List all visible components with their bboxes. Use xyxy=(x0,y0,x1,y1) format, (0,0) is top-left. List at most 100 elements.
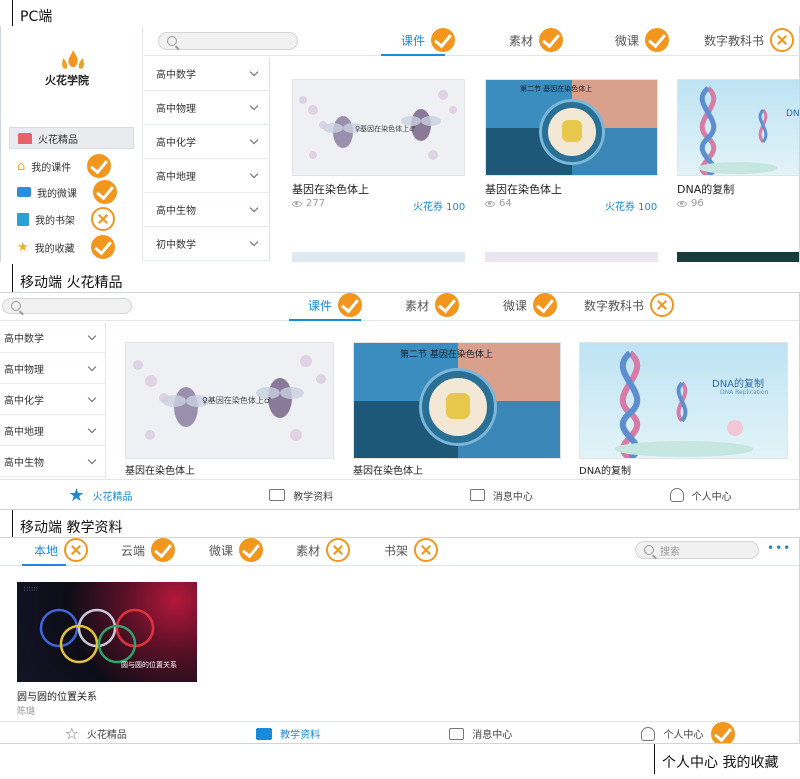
category-item[interactable]: 高中物理 xyxy=(144,91,269,125)
section-title-mobile-teaching: 移动端 教学资料 xyxy=(12,509,122,539)
tab-label: 本地 xyxy=(34,543,59,558)
side-item-my-courseware[interactable]: ⌂ 我的课件 xyxy=(17,154,112,178)
view-count-value: 96 xyxy=(691,198,704,209)
card-thumbnail-next-row xyxy=(485,252,658,262)
nav-featured[interactable]: ☆ 火花精品 xyxy=(65,724,127,743)
card-thumbnail-dna[interactable]: DNA的复制 DNA Replication xyxy=(579,342,788,459)
section-title-mobile-featured: 移动端 火花精品 xyxy=(12,264,122,294)
card-thumbnail-chromosome[interactable]: 第二节 基因在染色体上 xyxy=(353,342,561,459)
nav-label: 火花精品 xyxy=(92,491,133,503)
check-mark xyxy=(431,28,456,52)
pc-tab-digital-textbook[interactable]: 数字教科书 xyxy=(704,28,795,52)
check-mark xyxy=(239,538,264,562)
mobile-teaching-frame: 本地 云端 微课 素材 书架 搜索 ••• ∷∷∷ 圆与圆的位置关系 圆与圆的位… xyxy=(0,537,800,744)
file-title[interactable]: 圆与圆的位置关系 xyxy=(17,688,97,703)
nav-personal-center[interactable]: 个人中心 xyxy=(641,721,736,743)
category-item[interactable]: 高中地理 xyxy=(0,415,105,446)
mt-tab-material[interactable]: 素材 xyxy=(296,538,351,562)
mt-tab-bookshelf[interactable]: 书架 xyxy=(384,538,439,562)
card-title[interactable]: DNA的复制 xyxy=(579,462,631,477)
nav-messages[interactable]: 消息中心 xyxy=(469,488,533,503)
folder-icon xyxy=(269,489,286,501)
mt-search-input[interactable]: 搜索 xyxy=(635,541,759,559)
chevron-down-icon xyxy=(249,101,259,111)
star-outline-icon: ☆ xyxy=(64,724,79,743)
nav-label: 火花精品 xyxy=(86,730,127,741)
pc-tab-courseware[interactable]: 课件 xyxy=(401,28,456,52)
file-thumbnail[interactable]: ∷∷∷ 圆与圆的位置关系 xyxy=(17,582,197,682)
tab-label: 素材 xyxy=(509,33,534,48)
category-label: 高中化学 xyxy=(156,138,196,149)
chevron-down-icon xyxy=(87,362,97,371)
card-thumbnail-chromosome[interactable]: 第二节 基因在染色体上 xyxy=(485,79,658,176)
mf-tab-material[interactable]: 素材 xyxy=(405,293,460,317)
tab-label: 微课 xyxy=(209,543,234,558)
category-item[interactable]: 高中物理 xyxy=(0,353,105,384)
category-item[interactable]: 初中数学 xyxy=(144,227,269,261)
home-icon: ⌂ xyxy=(17,158,26,174)
mt-tab-microcourse[interactable]: 微课 xyxy=(209,538,264,562)
category-item[interactable]: 高中生物 xyxy=(0,446,105,477)
thumbnail-caption: DNA的复制 xyxy=(712,379,765,390)
nav-teaching-materials[interactable]: 教学资料 xyxy=(269,488,333,503)
side-item-label: 火花精品 xyxy=(38,134,78,146)
more-icon[interactable]: ••• xyxy=(767,541,791,555)
search-placeholder: 搜索 xyxy=(660,546,680,558)
mt-tab-underline xyxy=(22,564,66,566)
pc-tab-material[interactable]: 素材 xyxy=(509,28,564,52)
store-icon xyxy=(18,132,32,144)
side-item-featured[interactable]: 火花精品 xyxy=(9,127,134,149)
message-icon xyxy=(449,727,465,740)
category-item[interactable]: 高中化学 xyxy=(144,125,269,159)
star-icon: ★ xyxy=(68,484,85,506)
mf-tab-underline xyxy=(289,319,361,321)
section-title-personal: 个人中心 我的收藏 xyxy=(654,744,778,774)
card-thumbnail-genes[interactable]: ♀基因在染色体上♂ xyxy=(125,342,334,459)
card-thumbnail-genes[interactable]: ♀基因在染色体上♂ xyxy=(292,79,465,176)
nav-label: 个人中心 xyxy=(691,491,732,503)
mobile-search-input[interactable] xyxy=(2,298,132,314)
card-title[interactable]: 基因在染色体上 xyxy=(485,181,562,197)
category-item[interactable]: 高中化学 xyxy=(0,384,105,415)
mt-tab-cloud[interactable]: 云端 xyxy=(121,538,176,562)
category-item[interactable]: 高中地理 xyxy=(144,159,269,193)
nav-personal-center[interactable]: 个人中心 xyxy=(669,488,732,503)
cross-mark xyxy=(650,293,675,317)
side-item-my-favorites[interactable]: ★ 我的收藏 xyxy=(17,235,115,259)
nav-label: 教学资料 xyxy=(280,730,321,741)
card-title[interactable]: 基因在染色体上 xyxy=(125,462,195,477)
nav-featured[interactable]: ★ 火花精品 xyxy=(68,485,132,506)
pc-sidebar: 火花学院 火花精品 ⌂ 我的课件 我的微课 我的书架 ★ 我的收藏 xyxy=(1,26,143,262)
tab-label: 课件 xyxy=(401,33,426,48)
pc-search-input[interactable] xyxy=(158,32,298,50)
nav-messages[interactable]: 消息中心 xyxy=(449,726,512,741)
cross-mark xyxy=(414,538,439,562)
tab-label: 数字教科书 xyxy=(584,298,645,313)
side-item-my-bookshelf[interactable]: 我的书架 xyxy=(17,207,115,231)
check-mark xyxy=(338,293,363,317)
mobile-featured-frame: 课件 素材 微课 数字教科书 高中数学 高中物理 高中化学 高中地理 高中生物 … xyxy=(0,292,800,510)
chevron-down-icon xyxy=(249,67,259,77)
card-thumbnail-dna[interactable]: DNA的复制 xyxy=(677,79,799,176)
mf-tab-microcourse[interactable]: 微课 xyxy=(503,293,558,317)
category-item[interactable]: 高中数学 xyxy=(0,322,105,353)
section-title-pc: PC端 xyxy=(12,0,52,28)
mf-category-list: 高中数学 高中物理 高中化学 高中地理 高中生物 xyxy=(0,322,106,478)
card-thumbnail-next-row xyxy=(677,252,799,262)
side-item-my-microcourse[interactable]: 我的微课 xyxy=(17,180,117,204)
nav-teaching-materials[interactable]: 教学资料 xyxy=(256,726,320,741)
card-title[interactable]: 基因在染色体上 xyxy=(292,181,369,197)
category-item[interactable]: 高中生物 xyxy=(144,193,269,227)
category-item[interactable]: 高中数学 xyxy=(144,57,269,91)
card-title[interactable]: 基因在染色体上 xyxy=(353,462,423,477)
view-count: 64 xyxy=(485,198,512,209)
card-title[interactable]: DNA的复制 xyxy=(677,181,734,197)
pc-tab-microcourse[interactable]: 微课 xyxy=(615,28,670,52)
mf-tab-courseware[interactable]: 课件 xyxy=(308,293,363,317)
mf-tab-digital-textbook[interactable]: 数字教科书 xyxy=(584,293,675,317)
chevron-down-icon xyxy=(249,203,259,213)
category-label: 高中数学 xyxy=(4,333,44,345)
category-label: 初中数学 xyxy=(156,240,196,251)
mt-tab-local[interactable]: 本地 xyxy=(34,538,89,562)
check-mark xyxy=(93,180,117,204)
